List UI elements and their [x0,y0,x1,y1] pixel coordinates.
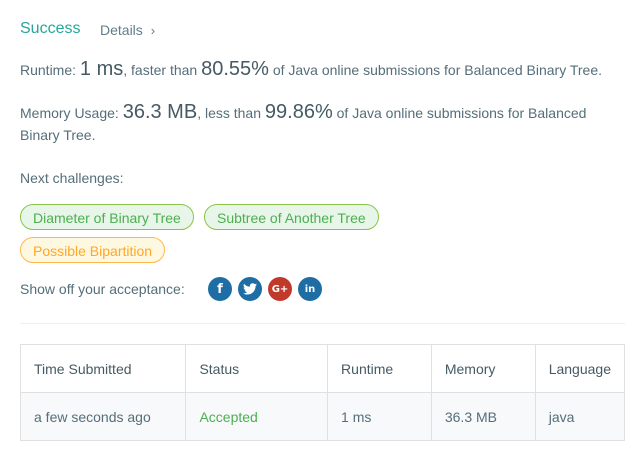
header-status[interactable]: Status [185,344,329,393]
twitter-bird-glyph [243,283,257,295]
next-challenges-label: Next challenges: [20,170,124,186]
details-label: Details [100,22,143,38]
runtime-value: 1 ms [79,58,124,80]
challenge-tag-diameter-of-binary-tree[interactable]: Diameter of Binary Tree [20,204,194,230]
twitter-icon[interactable] [238,277,262,301]
facebook-icon[interactable]: f [208,277,232,301]
cell-language: java [534,392,626,441]
header-time-submitted[interactable]: Time Submitted [19,344,187,393]
table-row: a few seconds ago Accepted 1 ms 36.3 MB … [19,392,626,441]
challenge-tag-possible-bipartition[interactable]: Possible Bipartition [20,237,166,263]
runtime-stat: Runtime: 1 ms, faster than 80.55% of Jav… [20,58,602,81]
details-link[interactable]: Details › [100,22,155,38]
result-status: Success [20,20,81,37]
header-language[interactable]: Language [534,344,626,393]
accepted-link[interactable]: Accepted [199,409,257,425]
header-memory[interactable]: Memory [430,344,536,393]
chevron-right-icon: › [150,22,156,38]
section-divider [20,323,625,324]
runtime-percent: 80.55% [201,58,269,80]
memory-label: Memory Usage: [20,105,123,121]
linkedin-icon[interactable]: in [298,277,322,301]
cell-time-submitted: a few seconds ago [19,392,187,441]
share-label: Show off your acceptance: [20,281,185,297]
cell-memory: 36.3 MB [430,392,536,441]
runtime-suffix: of Java online submissions for Balanced … [268,62,602,78]
google-plus-icon[interactable]: G+ [268,277,292,301]
header-runtime[interactable]: Runtime [327,344,432,393]
memory-connector: , less than [197,105,265,121]
table-header-row: Time Submitted Status Runtime Memory Lan… [19,344,626,393]
submissions-table: Time Submitted Status Runtime Memory Lan… [19,344,626,441]
memory-percent: 99.86% [264,101,333,123]
cell-status: Accepted [185,392,329,441]
challenge-tag-subtree-of-another-tree[interactable]: Subtree of Another Tree [204,204,379,230]
memory-stat: Memory Usage: 36.3 MB, less than 99.86% … [20,101,610,146]
memory-value: 36.3 MB [122,101,198,123]
runtime-label: Runtime: [20,62,80,78]
cell-runtime: 1 ms [327,392,432,441]
runtime-connector: , faster than [123,62,202,78]
